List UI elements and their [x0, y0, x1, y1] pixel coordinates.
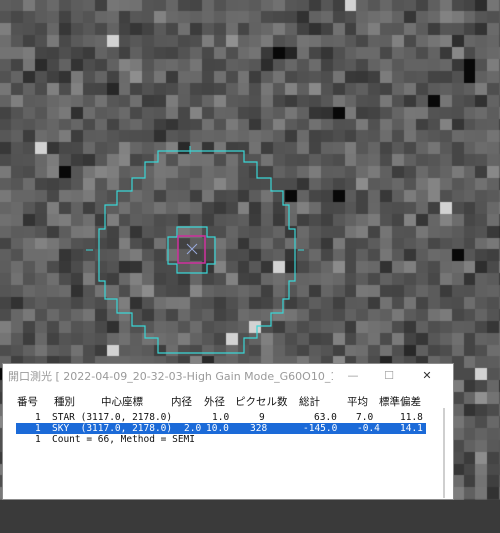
table-row[interactable]: 1 Count = 66, Method = SEMI	[16, 434, 426, 445]
minimize-button[interactable]: —	[335, 364, 371, 387]
row-std: 11.8	[400, 412, 423, 423]
row-mean: 7.0	[356, 412, 374, 423]
table-row-selected[interactable]: 1 SKY (3117.0, 2178.0) 2.0 10.0 328 -145…	[16, 423, 426, 434]
row-outer: 9	[259, 412, 265, 423]
row-mean: -0.4	[357, 423, 380, 434]
col-inner[interactable]: 内径	[171, 394, 192, 409]
aperture-photometry-window: 開口測光 [ 2022-04-09_20-32-03-High Gain Mod…	[2, 363, 454, 500]
row-summary: Count = 66, Method = SEMI	[52, 434, 195, 445]
row-sum: -145.0	[303, 423, 338, 434]
table-row[interactable]: 1 STAR (3117.0, 2178.0) 1.0 9 63.0 7.0 1…	[16, 412, 426, 423]
col-pixels[interactable]: ピクセル数	[235, 394, 288, 409]
col-type[interactable]: 種別	[54, 394, 75, 409]
results-list[interactable]: 1 STAR (3117.0, 2178.0) 1.0 9 63.0 7.0 1…	[16, 412, 426, 445]
row-number: 1	[35, 412, 41, 423]
row-inner: 2.0	[184, 423, 202, 434]
row-sum: 63.0	[314, 412, 337, 423]
col-mean[interactable]: 平均	[347, 394, 368, 409]
row-number: 1	[35, 423, 41, 434]
table-header: 番号 種別 中心座標 内径 外径 ピクセル数 総計 平均 標準偏差	[3, 394, 453, 408]
col-number[interactable]: 番号	[17, 394, 38, 409]
title-bar[interactable]: 開口測光 [ 2022-04-09_20-32-03-High Gain Mod…	[3, 364, 453, 387]
maximize-button[interactable]: ☐	[371, 364, 407, 387]
row-number: 1	[35, 434, 41, 445]
close-button[interactable]: ✕	[409, 364, 445, 387]
col-sum[interactable]: 総計	[299, 394, 320, 409]
col-center[interactable]: 中心座標	[101, 394, 143, 409]
row-outer: 10.0	[206, 423, 229, 434]
row-std: 14.1	[400, 423, 423, 434]
row-type-center: STAR (3117.0, 2178.0)	[52, 412, 173, 423]
col-outer[interactable]: 外径	[204, 394, 225, 409]
row-type-center: SKY (3117.0, 2178.0)	[52, 423, 173, 434]
window-title: 開口測光 [ 2022-04-09_20-32-03-High Gain Mod…	[8, 369, 333, 383]
row-inner: 1.0	[212, 412, 230, 423]
sky-annulus-outline	[98, 150, 296, 354]
col-std[interactable]: 標準偏差	[379, 394, 421, 409]
vertical-scrollbar[interactable]	[443, 408, 445, 498]
row-pixels: 328	[250, 423, 268, 434]
star-center-cross	[186, 243, 198, 255]
